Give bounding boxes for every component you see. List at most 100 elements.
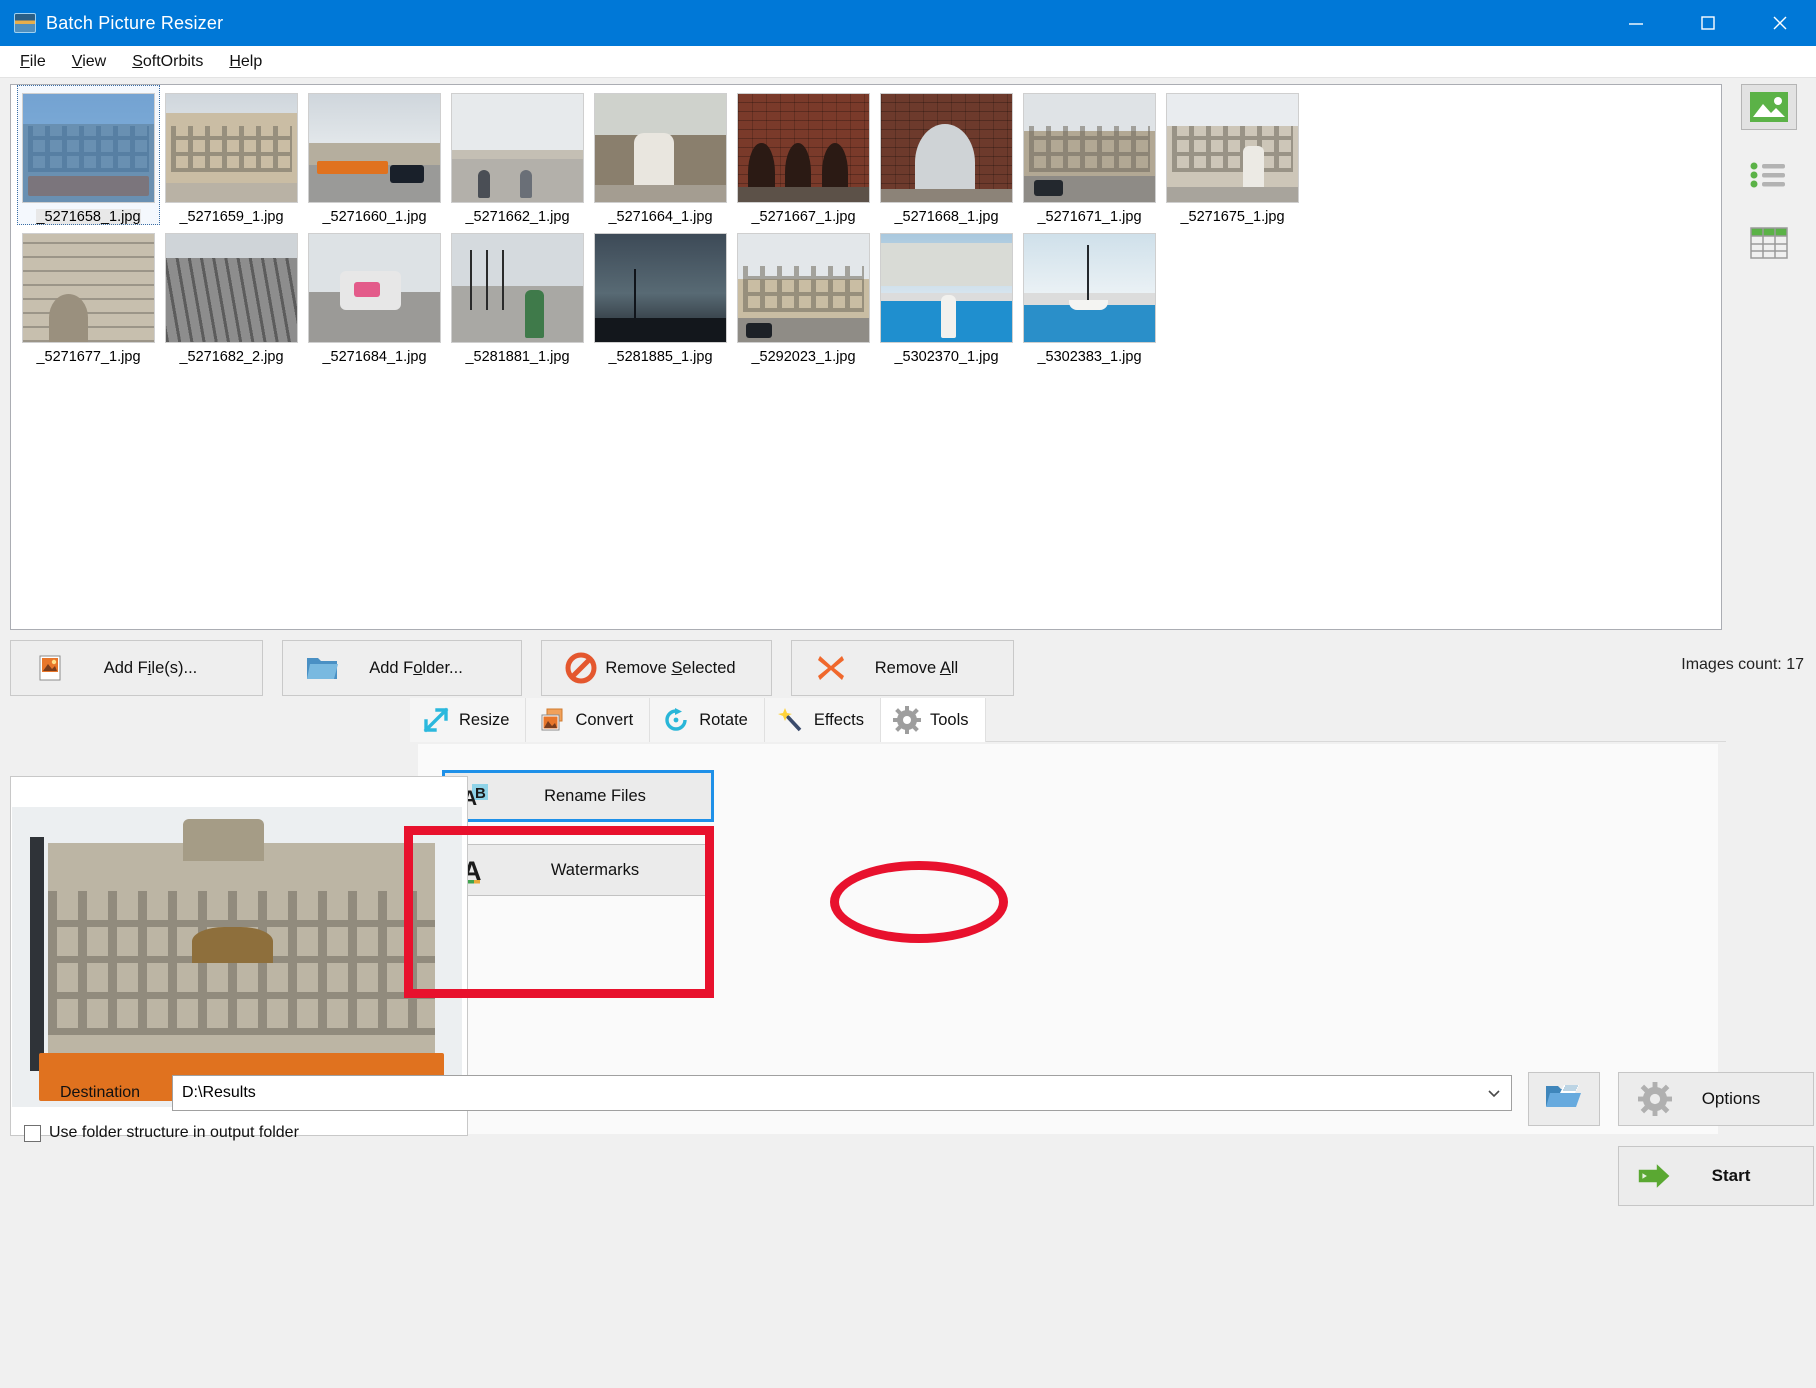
convert-icon <box>538 706 566 734</box>
remove-selected-icon <box>564 651 598 685</box>
destination-combo[interactable]: D:\Results <box>172 1075 1512 1111</box>
thumbnail-item[interactable]: _5271659_1.jpg <box>160 85 303 225</box>
list-view-icon[interactable] <box>1741 152 1797 198</box>
add-files-button[interactable]: Add File(s)... <box>10 640 263 696</box>
workspace: _5271658_1.jpg _5271659_1.jpg _5271660_1… <box>0 78 1816 1388</box>
thumbnail-image <box>737 233 870 343</box>
maximize-icon[interactable] <box>1672 0 1744 46</box>
thumbnail-label: _5302383_1.jpg <box>1037 349 1142 365</box>
thumbnail-item[interactable]: _5271668_1.jpg <box>875 85 1018 225</box>
thumbnail-image <box>451 233 584 343</box>
thumbnail-label: _5271658_1.jpg <box>36 209 141 225</box>
thumbnail-label: _5271677_1.jpg <box>36 349 141 365</box>
menu-item-help[interactable]: Help <box>219 49 272 75</box>
thumbnail-row-1: _5271658_1.jpg _5271659_1.jpg _5271660_1… <box>11 85 1721 225</box>
thumbnail-item[interactable]: _5271677_1.jpg <box>17 225 160 365</box>
tab-convert[interactable]: Convert <box>526 698 651 742</box>
use-folder-structure-row[interactable]: Use folder structure in output folder <box>24 1124 299 1142</box>
thumbnail-label: _5271662_1.jpg <box>465 209 570 225</box>
minimize-icon[interactable] <box>1600 0 1672 46</box>
window-title: Batch Picture Resizer <box>46 12 224 33</box>
thumbnail-item[interactable]: _5302370_1.jpg <box>875 225 1018 365</box>
options-gear-icon <box>1637 1081 1673 1117</box>
thumbnail-row-2: _5271677_1.jpg _5271682_2.jpg _5271684_1… <box>11 225 1721 365</box>
thumbnail-image <box>594 233 727 343</box>
svg-text:B: B <box>475 785 486 802</box>
browse-folder-icon <box>1544 1081 1584 1118</box>
thumbnail-item[interactable]: _5271664_1.jpg <box>589 85 732 225</box>
menu-item-softorbits[interactable]: SoftOrbits <box>122 49 213 75</box>
chevron-down-icon[interactable] <box>1477 1076 1511 1110</box>
thumbnail-label: _5302370_1.jpg <box>894 349 999 365</box>
thumbnail-image <box>1166 93 1299 203</box>
table-view-icon[interactable] <box>1741 220 1797 266</box>
thumbnail-item[interactable]: _5271675_1.jpg <box>1161 85 1304 225</box>
start-arrow-icon <box>1637 1158 1673 1194</box>
tab-rotate-label: Rotate <box>699 710 748 729</box>
start-button[interactable]: Start <box>1618 1146 1814 1206</box>
thumbnail-item[interactable]: _5271660_1.jpg <box>303 85 446 225</box>
remove-all-button[interactable]: Remove All <box>791 640 1014 696</box>
thumbnail-label: _5281885_1.jpg <box>608 349 713 365</box>
thumbnail-item[interactable]: _5302383_1.jpg <box>1018 225 1161 365</box>
thumbnail-item[interactable]: _5292023_1.jpg <box>732 225 875 365</box>
thumbnail-image <box>737 93 870 203</box>
destination-value[interactable]: D:\Results <box>173 1084 256 1102</box>
thumbnail-item[interactable]: _5271682_2.jpg <box>160 225 303 365</box>
thumbnail-item[interactable]: _5271684_1.jpg <box>303 225 446 365</box>
thumbnail-label: _5271675_1.jpg <box>1180 209 1285 225</box>
tab-resize[interactable]: Resize <box>410 698 527 742</box>
destination-label: Destination <box>60 1084 141 1101</box>
remove-all-icon <box>814 651 848 685</box>
rename-files-button[interactable]: A B Rename Files <box>442 770 714 822</box>
tab-effects[interactable]: Effects <box>764 698 881 742</box>
tab-tools[interactable]: Tools <box>880 698 986 742</box>
thumbnail-label: _5271659_1.jpg <box>179 209 284 225</box>
watermarks-button[interactable]: A Watermarks <box>442 844 714 896</box>
use-folder-structure-checkbox[interactable] <box>24 1124 41 1142</box>
window-controls <box>1600 0 1816 46</box>
thumbnail-label: _5271684_1.jpg <box>322 349 427 365</box>
thumbnail-label: _5271660_1.jpg <box>322 209 427 225</box>
tab-rotate[interactable]: Rotate <box>650 698 765 742</box>
file-action-bar: Add File(s)... Add Folder... Remove Sele… <box>10 640 1014 696</box>
thumbnail-image <box>165 93 298 203</box>
thumbnail-item[interactable]: _5281885_1.jpg <box>589 225 732 365</box>
thumbnail-label: _5271682_2.jpg <box>179 349 284 365</box>
thumbnail-item[interactable]: _5271671_1.jpg <box>1018 85 1161 225</box>
tab-convert-label: Convert <box>575 710 634 729</box>
title-bar: Batch Picture Resizer <box>0 0 1816 46</box>
thumbnail-image <box>880 233 1013 343</box>
thumbnail-label: _5292023_1.jpg <box>751 349 856 365</box>
thumbnail-image <box>308 233 441 343</box>
thumbnail-image <box>308 93 441 203</box>
thumbnail-view-icon[interactable] <box>1741 84 1797 130</box>
add-folder-icon <box>305 651 339 685</box>
thumbnail-image <box>22 233 155 343</box>
options-button[interactable]: Options <box>1618 1072 1814 1126</box>
effects-wand-icon <box>777 706 805 734</box>
add-folder-button[interactable]: Add Folder... <box>282 640 522 696</box>
thumbnail-list[interactable]: _5271658_1.jpg _5271659_1.jpg _5271660_1… <box>10 84 1722 630</box>
tab-tools-label: Tools <box>929 710 969 729</box>
thumbnail-label: _5271668_1.jpg <box>894 209 999 225</box>
thumbnail-item[interactable]: _5271658_1.jpg <box>17 85 160 225</box>
thumbnail-item[interactable]: _5271662_1.jpg <box>446 85 589 225</box>
thumbnail-label: _5281881_1.jpg <box>465 349 570 365</box>
tab-strip: Resize Convert Rotate Effects Tools <box>410 698 1726 742</box>
menu-item-file[interactable]: File <box>10 49 56 75</box>
view-mode-bar <box>1732 84 1806 288</box>
thumbnail-item[interactable]: _5271667_1.jpg <box>732 85 875 225</box>
thumbnail-image <box>594 93 727 203</box>
images-count-label: Images count: 17 <box>1681 656 1804 673</box>
thumbnail-label: _5271667_1.jpg <box>751 209 856 225</box>
use-folder-structure-label: Use folder structure in output folder <box>49 1124 299 1141</box>
menu-item-view[interactable]: View <box>62 49 116 75</box>
close-icon[interactable] <box>1744 0 1816 46</box>
thumbnail-image <box>880 93 1013 203</box>
browse-folder-button[interactable] <box>1528 1072 1600 1126</box>
thumbnail-image <box>1023 93 1156 203</box>
thumbnail-image <box>1023 233 1156 343</box>
thumbnail-item[interactable]: _5281881_1.jpg <box>446 225 589 365</box>
remove-selected-button[interactable]: Remove Selected <box>541 640 772 696</box>
